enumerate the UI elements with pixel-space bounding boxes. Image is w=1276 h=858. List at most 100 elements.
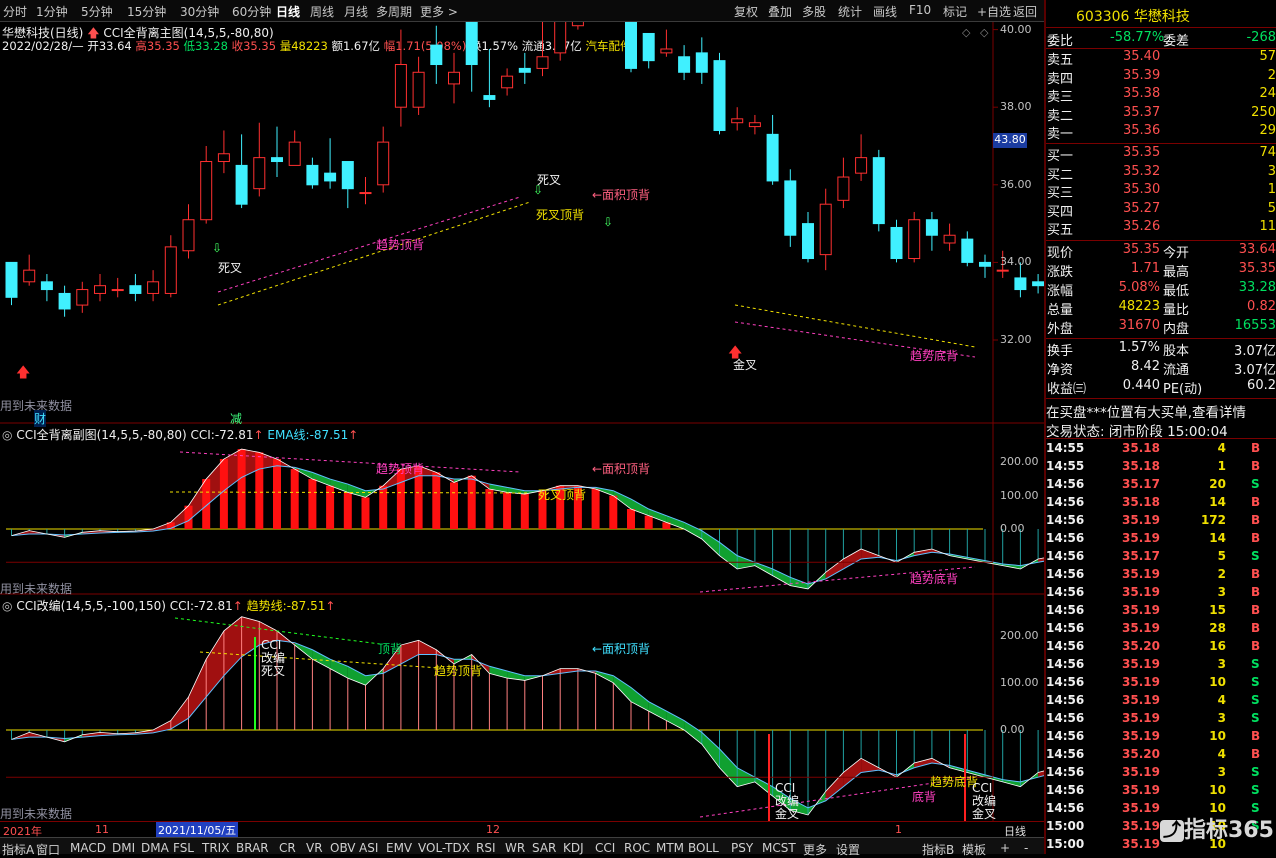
sub2-anno-gold3-label: 金叉 [972,807,997,821]
bid-price[interactable]: 35.27 [1123,201,1160,216]
period-30min[interactable]: 30分钟 [180,3,219,20]
tool-fuquan[interactable]: 复权 [734,3,758,20]
bid-price[interactable]: 35.26 [1123,219,1160,234]
ask-level-label: 卖五 [1047,53,1074,68]
indicator-tab[interactable]: EMV [386,841,412,855]
tool-tongji[interactable]: 统计 [838,3,862,20]
period-15min[interactable]: 15分钟 [127,3,166,20]
indicator-tab-right[interactable]: 模板 [962,841,986,858]
tick-price: 35.19 [1122,693,1160,707]
period-weekly[interactable]: 周线 [310,3,334,20]
sub2-band [648,701,667,721]
indicator-tab[interactable]: OBV [330,841,356,855]
ask-level-label: 卖三 [1047,90,1074,105]
indicator-tab[interactable]: ROC [624,841,650,855]
ask-volume: 24 [1259,86,1276,101]
main-ylabel: 38.00 [1000,100,1032,114]
candle-body [872,157,885,225]
tick-price: 35.19 [1122,765,1160,779]
tool-diejia[interactable]: 叠加 [768,3,792,20]
tick-row: 14:56 35.19 3 S [1046,656,1276,674]
tool-duogu[interactable]: 多股 [802,3,826,20]
sub1-bar [184,505,193,529]
indicator-tab[interactable]: PSY [731,841,753,855]
ask-price[interactable]: 35.37 [1123,105,1160,120]
indicator-tab[interactable]: TRIX [202,841,229,855]
indicator-tab[interactable]: MACD [70,841,106,855]
indicator-tab[interactable]: 窗口 [36,841,60,858]
indicator-tab[interactable]: MTM [656,841,684,855]
indicator-tab[interactable]: WR [505,841,525,855]
period-fenshi[interactable]: 分时 [3,3,27,20]
indicator-tab[interactable]: BRAR [236,841,269,855]
indicator-tab[interactable]: BOLL [688,841,719,855]
tick-time: 14:56 [1046,729,1085,743]
reduce-marker[interactable]: 减 [230,410,242,427]
sub1-title[interactable]: CCI全背离副图(14,5,5,-80,80) [16,428,186,442]
tick-time: 14:56 [1046,495,1085,509]
period-daily[interactable]: 日线 [276,3,300,20]
indicator-tab[interactable]: DMI [112,841,135,855]
finance-marker[interactable]: 财 [34,410,47,427]
ask-price[interactable]: 35.39 [1123,68,1160,83]
stat-label: 量比 [1163,303,1190,318]
sub1-anno-dead-top: 死叉顶背 [538,488,587,502]
indicator-tab[interactable]: KDJ [563,841,584,855]
tool-add-favorite[interactable]: +自选 [977,3,1011,20]
weibi-label: 委比 [1047,34,1074,49]
ask-price[interactable]: 35.40 [1123,49,1160,64]
candle-body [890,226,903,260]
indicator-tab[interactable]: DMA [141,841,169,855]
sub1-toggle-icon[interactable]: ◎ [2,428,12,442]
tool-biaoji[interactable]: 标记 [943,3,967,20]
indicator-tab[interactable]: SAR [532,841,556,855]
indicator-tab[interactable]: 更多 [803,841,827,858]
sub1-bar [343,492,352,529]
indicator-tab[interactable]: VOL-TDX [418,841,470,855]
tick-volume: 14 [1209,495,1226,509]
indicator-tab[interactable]: CCI [595,841,615,855]
tick-volume: 4 [1217,693,1226,707]
tick-price: 35.18 [1122,495,1160,509]
indicator-tab-right[interactable]: 指标B [922,841,954,858]
period-60min[interactable]: 60分钟 [232,3,271,20]
period-more[interactable]: 更多 > [420,3,458,20]
ask-price[interactable]: 35.38 [1123,86,1160,101]
candle-body [430,44,443,66]
period-5min[interactable]: 5分钟 [81,3,113,20]
indicator-tab[interactable]: VR [306,841,323,855]
period-monthly[interactable]: 月线 [344,3,368,20]
tool-back[interactable]: 返回 [1013,3,1037,20]
xaxis-nov: 11 [95,823,109,836]
candle-body [129,285,142,294]
sub1-ylabel: 0.00 [1000,522,1025,535]
indicator-tab[interactable]: FSL [173,841,194,855]
ask-price[interactable]: 35.36 [1123,123,1160,138]
sub2-cci-value: -72.81 [194,599,233,613]
bid-price[interactable]: 35.30 [1123,182,1160,197]
indicator-tab-right[interactable]: + [1000,841,1010,855]
indicator-tab[interactable]: 设置 [836,841,860,858]
indicator-tab[interactable]: RSI [476,841,496,855]
sub2-title[interactable]: CCI改编(14,5,5,-100,150) [16,599,166,613]
tick-volume: 10 [1209,675,1226,689]
xaxis-cursor-date: 2021/11/05/五 [156,822,239,838]
sub2-toggle-icon[interactable]: ◎ [2,599,12,613]
tick-volume: 14 [1209,531,1226,545]
indicator-tab-right[interactable]: - [1024,841,1028,855]
bid-price[interactable]: 35.32 [1123,164,1160,179]
indicator-tab[interactable]: ASI [359,841,378,855]
tool-f10[interactable]: F10 [909,3,931,17]
period-1min[interactable]: 1分钟 [36,3,68,20]
indicator-tab[interactable]: CR [279,841,296,855]
tick-time: 14:56 [1046,783,1085,797]
kline-chart-area[interactable]: ◇ ◇ 🡅🡅⇩⇩⇩ [0,22,1044,822]
period-multi[interactable]: 多周期 [376,3,412,20]
main-ylabel: 36.00 [1000,177,1032,191]
bid-price[interactable]: 35.35 [1123,145,1160,160]
sub2-anno-area-top: ←面积顶背 [592,642,651,656]
indicator-tab[interactable]: MCST [762,841,796,855]
indicator-tab[interactable]: 指标A [2,841,34,858]
tool-huaxian[interactable]: 画线 [873,3,897,20]
big-order-notice[interactable]: 在买盘***位置有大买单,查看详情 [1046,401,1246,421]
